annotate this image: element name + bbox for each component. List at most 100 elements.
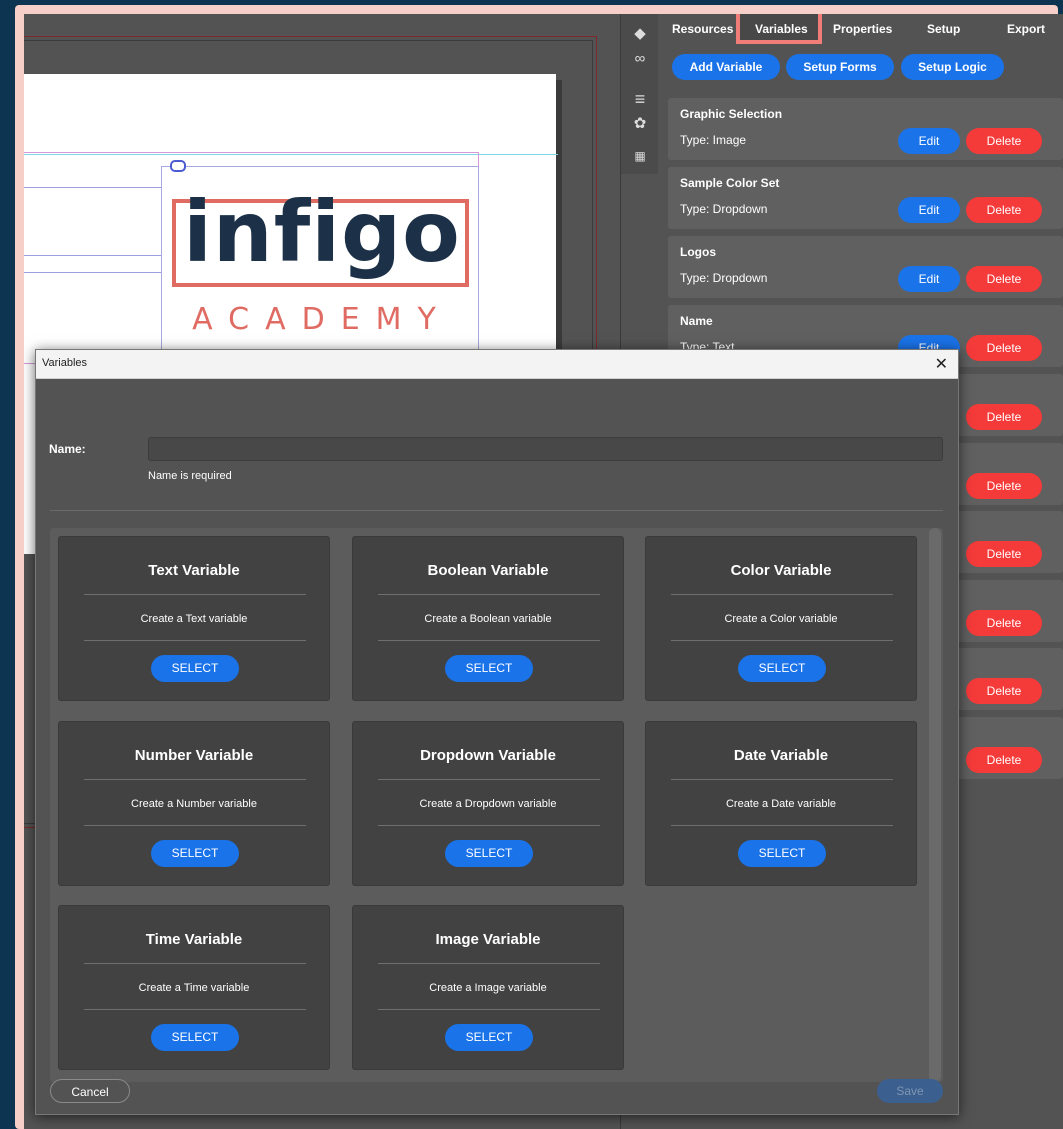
variable-name: Graphic Selection bbox=[680, 107, 783, 121]
select-button[interactable]: SELECT bbox=[445, 840, 533, 867]
divider bbox=[84, 640, 306, 641]
divider bbox=[84, 825, 306, 826]
save-button[interactable]: Save bbox=[877, 1079, 943, 1103]
logo-wordmark: infigo bbox=[183, 183, 461, 281]
tab-resources[interactable]: Resources bbox=[672, 22, 733, 36]
card-title: Time Variable bbox=[145, 931, 243, 948]
select-button[interactable]: SELECT bbox=[445, 655, 533, 682]
cancel-button[interactable]: Cancel bbox=[50, 1079, 130, 1103]
edit-button[interactable]: Edit bbox=[898, 197, 960, 223]
tab-variables[interactable]: Variables bbox=[755, 22, 808, 36]
card-title: Dropdown Variable bbox=[420, 747, 556, 764]
edit-button[interactable]: Edit bbox=[898, 266, 960, 292]
select-button[interactable]: SELECT bbox=[738, 655, 826, 682]
delete-button[interactable]: Delete bbox=[966, 610, 1042, 636]
variables-dialog: Variables ✕ Name: Name is required Text … bbox=[35, 349, 959, 1115]
card-description: Create a Boolean variable bbox=[424, 613, 552, 625]
name-validation-message: Name is required bbox=[148, 470, 232, 482]
editor-app: infigo ACADEMY ◆ ∞ ≡ ✿ ▦ Resources Varia… bbox=[24, 14, 1063, 1129]
divider bbox=[84, 779, 306, 780]
delete-button[interactable]: Delete bbox=[966, 678, 1042, 704]
delete-button[interactable]: Delete bbox=[966, 128, 1042, 154]
scrollbar[interactable] bbox=[929, 528, 941, 1082]
panel-tabs: Resources Variables Properties Setup Exp… bbox=[658, 14, 1063, 44]
select-button[interactable]: SELECT bbox=[738, 840, 826, 867]
divider bbox=[378, 1009, 600, 1010]
select-button[interactable]: SELECT bbox=[151, 1024, 239, 1051]
tab-export[interactable]: Export bbox=[1007, 22, 1045, 36]
name-input[interactable] bbox=[148, 437, 943, 461]
select-button[interactable]: SELECT bbox=[445, 1024, 533, 1051]
setup-logic-button[interactable]: Setup Logic bbox=[901, 54, 1004, 80]
layers-icon[interactable]: ◆ bbox=[621, 24, 659, 42]
card-title: Number Variable bbox=[134, 747, 254, 764]
divider bbox=[671, 594, 893, 595]
divider bbox=[84, 1009, 306, 1010]
tab-properties[interactable]: Properties bbox=[833, 22, 892, 36]
divider bbox=[378, 640, 600, 641]
select-button[interactable]: SELECT bbox=[151, 655, 239, 682]
delete-button[interactable]: Delete bbox=[966, 541, 1042, 567]
divider bbox=[378, 963, 600, 964]
variable-type: Type: Dropdown bbox=[680, 271, 768, 285]
variable-type-card-text: Text Variable Create a Text variable SEL… bbox=[58, 536, 330, 701]
card-description: Create a Image variable bbox=[429, 982, 547, 994]
delete-button[interactable]: Delete bbox=[966, 404, 1042, 430]
card-title: Boolean Variable bbox=[427, 562, 549, 579]
card-description: Create a Text variable bbox=[140, 613, 248, 625]
delete-button[interactable]: Delete bbox=[966, 197, 1042, 223]
delete-button[interactable]: Delete bbox=[966, 747, 1042, 773]
variable-type-card-boolean: Boolean Variable Create a Boolean variab… bbox=[352, 536, 624, 701]
variable-card[interactable]: Sample Color Set Type: Dropdown Edit Del… bbox=[668, 167, 1063, 229]
variable-type-card-dropdown: Dropdown Variable Create a Dropdown vari… bbox=[352, 721, 624, 886]
divider bbox=[84, 963, 306, 964]
variable-type: Type: Dropdown bbox=[680, 202, 768, 216]
dialog-title: Variables bbox=[42, 357, 88, 369]
link-icon[interactable] bbox=[170, 160, 186, 172]
divider bbox=[671, 640, 893, 641]
card-title: Text Variable bbox=[148, 562, 240, 579]
divider bbox=[378, 825, 600, 826]
name-label: Name: bbox=[49, 442, 86, 456]
variable-type-card-image: Image Variable Create a Image variable S… bbox=[352, 905, 624, 1070]
variable-name: Name bbox=[680, 314, 713, 328]
divider bbox=[671, 825, 893, 826]
select-button[interactable]: SELECT bbox=[151, 840, 239, 867]
variable-name: Sample Color Set bbox=[680, 176, 780, 190]
grid-icon[interactable]: ▦ bbox=[621, 149, 659, 163]
card-title: Image Variable bbox=[435, 931, 541, 948]
variable-types-panel: Text Variable Create a Text variable SEL… bbox=[50, 528, 943, 1082]
link-icon[interactable]: ∞ bbox=[621, 50, 659, 67]
align-icon[interactable]: ≡ bbox=[621, 89, 659, 110]
divider bbox=[378, 779, 600, 780]
variable-card[interactable]: Logos Type: Dropdown Edit Delete bbox=[668, 236, 1063, 298]
card-title: Color Variable bbox=[730, 562, 832, 579]
variable-type-card-time: Time Variable Create a Time variable SEL… bbox=[58, 905, 330, 1070]
dialog-titlebar[interactable]: Variables ✕ bbox=[36, 350, 958, 379]
card-description: Create a Number variable bbox=[131, 798, 257, 810]
card-description: Create a Date variable bbox=[725, 798, 837, 810]
setup-forms-button[interactable]: Setup Forms bbox=[786, 54, 894, 80]
palette-icon[interactable]: ✿ bbox=[621, 114, 659, 132]
variable-type: Type: Image bbox=[680, 133, 747, 147]
card-description: Create a Color variable bbox=[724, 613, 838, 625]
divider bbox=[671, 779, 893, 780]
edit-button[interactable]: Edit bbox=[898, 128, 960, 154]
delete-button[interactable]: Delete bbox=[966, 335, 1042, 361]
divider bbox=[50, 510, 943, 511]
variable-type-card-number: Number Variable Create a Number variable… bbox=[58, 721, 330, 886]
variable-card[interactable]: Graphic Selection Type: Image Edit Delet… bbox=[668, 98, 1063, 160]
variable-type-card-color: Color Variable Create a Color variable S… bbox=[645, 536, 917, 701]
divider bbox=[378, 594, 600, 595]
delete-button[interactable]: Delete bbox=[966, 266, 1042, 292]
delete-button[interactable]: Delete bbox=[966, 473, 1042, 499]
variable-name: Logos bbox=[680, 245, 716, 259]
card-description: Create a Dropdown variable bbox=[419, 798, 557, 810]
divider bbox=[84, 594, 306, 595]
card-description: Create a Time variable bbox=[138, 982, 250, 994]
close-icon[interactable]: ✕ bbox=[935, 354, 948, 374]
add-variable-button[interactable]: Add Variable bbox=[672, 54, 780, 80]
variable-type-card-date: Date Variable Create a Date variable SEL… bbox=[645, 721, 917, 886]
logo-subtitle: ACADEMY bbox=[192, 302, 452, 337]
tab-setup[interactable]: Setup bbox=[927, 22, 960, 36]
